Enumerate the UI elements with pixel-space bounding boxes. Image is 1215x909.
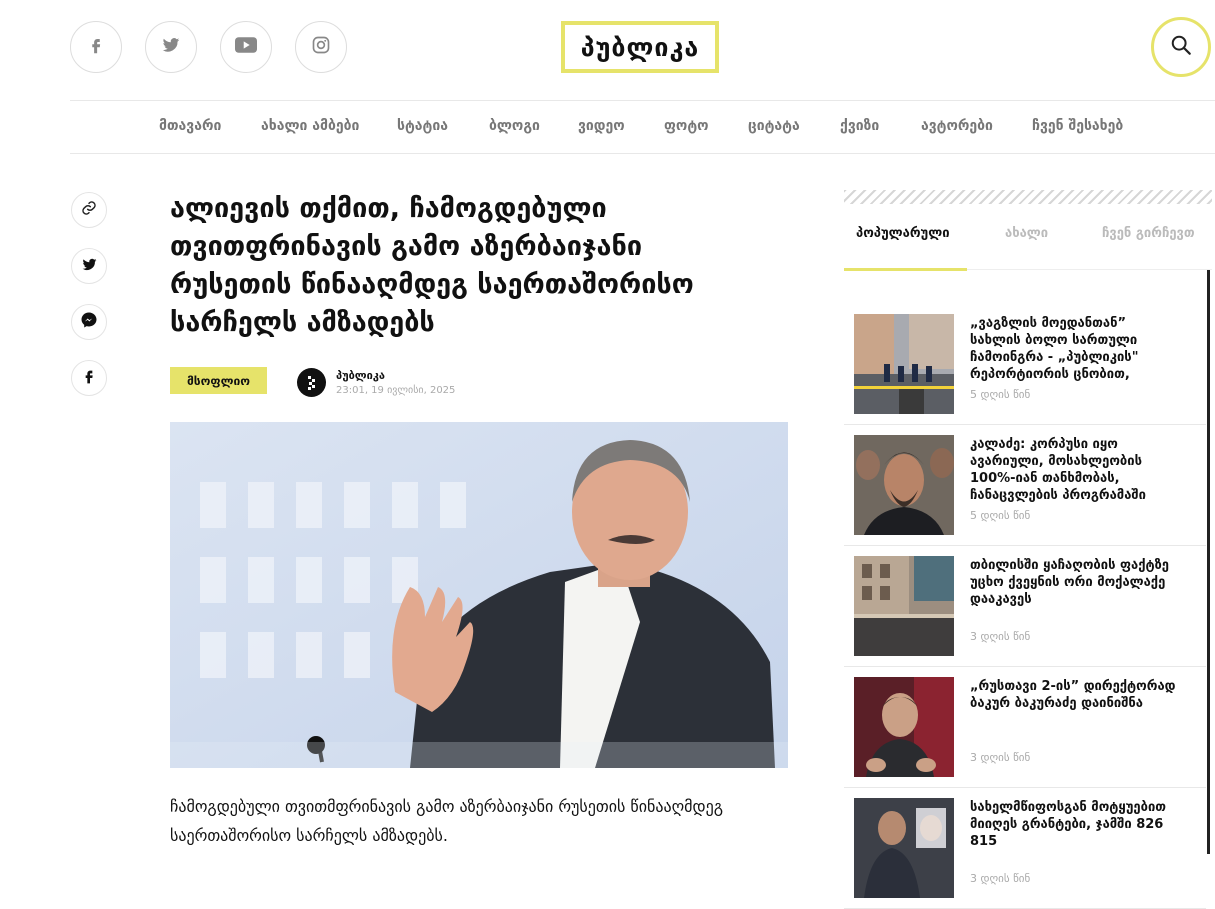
share-facebook-button[interactable] bbox=[71, 360, 107, 396]
list-item[interactable]: თბილისში ყაჩაღობის ფაქტზე უცხო ქვეყნის ო… bbox=[844, 546, 1206, 667]
news-title: „რუსთავი 2-ის” დირექტორად ბაკურ ბაკურაძე… bbox=[970, 679, 1176, 711]
site-logo[interactable]: პუბლიკა bbox=[561, 21, 719, 73]
main-nav: მთავარი ახალი ამბები სტატია ბლოგი ვიდეო … bbox=[70, 100, 1215, 154]
nav-item-quote[interactable]: ციტატა bbox=[748, 118, 800, 134]
news-title: კალაძე: კორპუსი იყო ავარიული, მოსახლეობი… bbox=[970, 437, 1146, 503]
instagram-link[interactable] bbox=[295, 21, 347, 73]
nav-item-articles[interactable]: სტატია bbox=[397, 118, 448, 134]
list-item[interactable]: „ვაგზლის მოედანთან” სახლის ბოლო სართული … bbox=[844, 304, 1206, 425]
facebook-icon bbox=[81, 368, 97, 388]
nav-item-authors[interactable]: ავტორები bbox=[921, 118, 993, 134]
news-thumbnail bbox=[854, 677, 954, 777]
youtube-icon bbox=[235, 37, 257, 57]
twitter-link[interactable] bbox=[145, 21, 197, 73]
news-thumbnail bbox=[854, 314, 954, 414]
nav-item-quiz[interactable]: ქვიზი bbox=[840, 118, 879, 134]
tab-latest[interactable]: ახალი bbox=[1005, 226, 1048, 241]
nav-item-video[interactable]: ვიდეო bbox=[578, 118, 625, 134]
link-icon bbox=[81, 200, 97, 220]
facebook-link[interactable] bbox=[70, 21, 122, 73]
tab-recommended[interactable]: ჩვენ გირჩევთ bbox=[1102, 226, 1195, 241]
sidebar-decoration bbox=[844, 190, 1212, 204]
share-messenger-button[interactable] bbox=[71, 304, 107, 340]
twitter-icon bbox=[161, 36, 181, 58]
category-badge[interactable]: მსოფლიო bbox=[170, 367, 267, 394]
search-button[interactable] bbox=[1151, 17, 1211, 77]
author-avatar[interactable] bbox=[297, 368, 326, 397]
news-time: 5 დღის წინ bbox=[970, 509, 1031, 522]
nav-item-home[interactable]: მთავარი bbox=[159, 118, 221, 134]
youtube-link[interactable] bbox=[220, 21, 272, 73]
search-icon bbox=[1170, 34, 1192, 60]
category-label: მსოფლიო bbox=[186, 373, 251, 388]
news-title: სახელმწიფოსგან მოტყუებით მიიღეს გრანტები… bbox=[970, 800, 1167, 849]
sidebar-scrollbar[interactable] bbox=[1207, 270, 1210, 854]
logo-text: პუბლიკა bbox=[580, 32, 700, 62]
nav-item-about[interactable]: ჩვენ შესახებ bbox=[1032, 118, 1123, 134]
news-title: „ვაგზლის მოედანთან” სახლის ბოლო სართული … bbox=[970, 316, 1139, 382]
article-title: ალიევის თქმით, ჩამოგდებული თვითფრინავის … bbox=[170, 193, 694, 338]
facebook-icon bbox=[87, 36, 105, 58]
article-hero-image bbox=[170, 422, 788, 768]
list-item[interactable]: „რუსთავი 2-ის” დირექტორად ბაკურ ბაკურაძე… bbox=[844, 667, 1206, 788]
news-time: 3 დღის წინ bbox=[970, 630, 1031, 643]
nav-item-news[interactable]: ახალი ამბები bbox=[261, 118, 359, 134]
nav-item-photo[interactable]: ფოტო bbox=[664, 118, 709, 134]
news-thumbnail bbox=[854, 798, 954, 898]
list-item[interactable]: სახელმწიფოსგან მოტყუებით მიიღეს გრანტები… bbox=[844, 788, 1206, 909]
news-thumbnail bbox=[854, 556, 954, 656]
publish-date: 23:01, 19 ივლისი, 2025 bbox=[336, 385, 456, 396]
news-time: 5 დღის წინ bbox=[970, 388, 1031, 401]
news-time: 3 დღის წინ bbox=[970, 872, 1031, 885]
messenger-icon bbox=[80, 311, 98, 333]
news-thumbnail bbox=[854, 435, 954, 535]
author-name[interactable]: პუბლიკა bbox=[336, 369, 385, 382]
list-item[interactable]: კალაძე: კორპუსი იყო ავარიული, მოსახლეობი… bbox=[844, 425, 1206, 546]
tabs-divider bbox=[967, 269, 1212, 270]
copy-link-button[interactable] bbox=[71, 192, 107, 228]
tab-popular[interactable]: პოპულარული bbox=[856, 226, 950, 241]
news-title: თბილისში ყაჩაღობის ფაქტზე უცხო ქვეყნის ო… bbox=[970, 558, 1170, 607]
nav-item-blog[interactable]: ბლოგი bbox=[489, 118, 540, 134]
active-tab-indicator bbox=[844, 268, 967, 271]
twitter-icon bbox=[81, 257, 98, 276]
article-lead: ჩამოგდებული თვითმფრინავის გამო აზერბაიჯა… bbox=[170, 797, 724, 845]
share-twitter-button[interactable] bbox=[71, 248, 107, 284]
news-time: 3 დღის წინ bbox=[970, 751, 1031, 764]
instagram-icon bbox=[312, 36, 330, 58]
